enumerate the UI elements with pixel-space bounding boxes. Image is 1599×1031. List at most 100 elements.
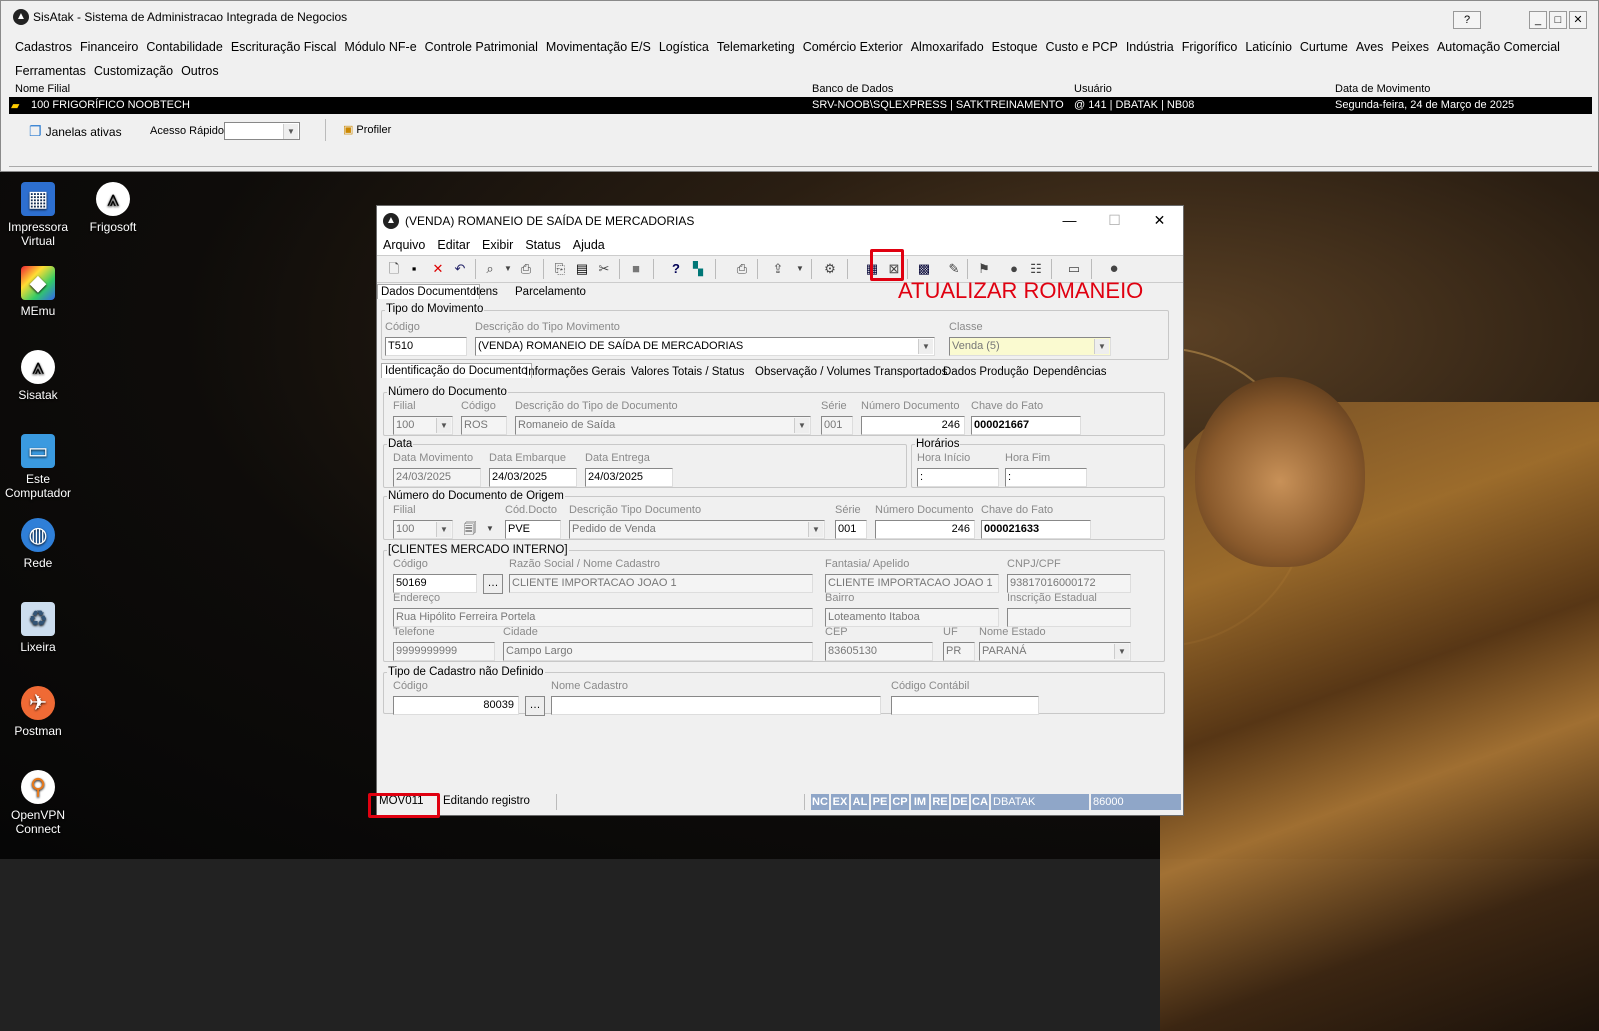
cadastro-codigo-input[interactable]: 80039 <box>393 696 519 715</box>
menu-cadastros[interactable]: Cadastros <box>15 35 72 59</box>
menu-nfe[interactable]: Módulo NF-e <box>344 35 416 59</box>
menu-aves[interactable]: Aves <box>1356 35 1384 59</box>
cadastro-lookup-button[interactable]: … <box>525 696 545 716</box>
cidade-input[interactable]: Campo Largo <box>503 642 813 661</box>
menu-telemarketing[interactable]: Telemarketing <box>717 35 795 59</box>
context-help-icon[interactable]: ▚ <box>689 260 707 278</box>
process-icon[interactable]: ⚙ <box>821 260 839 278</box>
menu-custo-pcp[interactable]: Custo e PCP <box>1046 35 1118 59</box>
menu-ajuda[interactable]: Ajuda <box>573 238 605 252</box>
tab-itens[interactable]: Itens <box>473 286 498 298</box>
hora-inicio-input[interactable]: : <box>917 468 999 487</box>
menu-editar[interactable]: Editar <box>437 238 470 252</box>
classe-select[interactable]: Venda (5) ▼ <box>949 337 1111 356</box>
menu-laticinio[interactable]: Laticínio <box>1245 35 1292 59</box>
win-minimize-button[interactable]: — <box>1047 206 1092 235</box>
menu-contabilidade[interactable]: Contabilidade <box>146 35 222 59</box>
menu-almoxarifado[interactable]: Almoxarifado <box>911 35 984 59</box>
serie-input[interactable]: 001 <box>821 416 853 435</box>
cnpj-input[interactable]: 93817016000172 <box>1007 574 1131 593</box>
hora-fim-input[interactable]: : <box>1005 468 1087 487</box>
doc-codigo-input[interactable]: ROS <box>461 416 507 435</box>
bairro-input[interactable]: Loteamento Itaboa <box>825 608 999 627</box>
razao-social-input[interactable]: CLIENTE IMPORTACAO JOAO 1 <box>509 574 813 593</box>
tab-parcelamento[interactable]: Parcelamento <box>515 286 586 298</box>
menu-logistica[interactable]: Logística <box>659 35 709 59</box>
preview-icon[interactable]: ⌕ <box>481 260 499 278</box>
tab-identificacao[interactable]: Identificação do Documento <box>381 363 532 378</box>
numero-documento-input[interactable]: 246 <box>861 416 965 435</box>
desktop-icon-lixeira[interactable]: ♻ Lixeira <box>1 602 75 654</box>
tab-dados-producao[interactable]: Dados Produção <box>943 366 1029 378</box>
menu-financeiro[interactable]: Financeiro <box>80 35 138 59</box>
help-button[interactable]: ? <box>1453 11 1481 29</box>
chevron-down-icon[interactable]: ▼ <box>791 260 809 278</box>
help-icon[interactable]: ? <box>667 260 685 278</box>
chevron-down-icon[interactable]: ▼ <box>499 260 517 278</box>
document-search-icon[interactable]: 🗐 <box>461 520 479 538</box>
desktop-icon-impressora[interactable]: ▦ Impressora Virtual <box>1 182 75 248</box>
fantasia-input[interactable]: CLIENTE IMPORTACAO JOAO 1 <box>825 574 999 593</box>
menu-automacao[interactable]: Automação Comercial <box>1437 35 1560 59</box>
chave-fato-input[interactable]: 000021667 <box>971 416 1081 435</box>
telefone-input[interactable]: 9999999999 <box>393 642 495 661</box>
menu-ferramentas[interactable]: Ferramentas <box>15 59 86 83</box>
desktop-icon-openvpn[interactable]: ⚲ OpenVPN Connect <box>1 770 75 836</box>
new-icon[interactable]: 🗋 <box>385 260 403 278</box>
origem-serie-input[interactable]: 001 <box>835 520 867 539</box>
menu-comercio-exterior[interactable]: Comércio Exterior <box>803 35 903 59</box>
acesso-rapido-select[interactable]: ▼ <box>224 122 300 140</box>
data-movimento-input[interactable]: 24/03/2025 <box>393 468 481 487</box>
menu-peixes[interactable]: Peixes <box>1391 35 1429 59</box>
menu-curtume[interactable]: Curtume <box>1300 35 1348 59</box>
menu-estoque[interactable]: Estoque <box>992 35 1038 59</box>
win-maximize-button[interactable]: ☐ <box>1092 206 1137 235</box>
menu-patrimonial[interactable]: Controle Patrimonial <box>425 35 538 59</box>
menu-industria[interactable]: Indústria <box>1126 35 1174 59</box>
cliente-lookup-button[interactable]: … <box>483 574 503 594</box>
printer-icon[interactable]: ⎙ <box>733 260 751 278</box>
undo-icon[interactable]: ↶ <box>451 260 469 278</box>
origem-desc-select[interactable]: Pedido de Venda ▼ <box>569 520 825 539</box>
data-embarque-input[interactable]: 24/03/2025 <box>489 468 577 487</box>
origem-filial-select[interactable]: 100 ▼ <box>393 520 453 539</box>
lock-icon[interactable]: ● <box>1005 260 1023 278</box>
documents-icon[interactable]: ▩ <box>915 260 933 278</box>
save-icon[interactable]: ▪ <box>405 260 423 278</box>
tab-dependencias[interactable]: Dependências <box>1033 366 1107 378</box>
origem-cod-input[interactable]: PVE <box>505 520 561 539</box>
tab-informacoes-gerais[interactable]: Informações Gerais <box>525 366 625 378</box>
tab-observacao[interactable]: Observação / Volumes Transportados <box>755 366 947 378</box>
flag-icon[interactable]: ⚑ <box>975 260 993 278</box>
stop-icon[interactable]: ■ <box>627 260 645 278</box>
circle-icon[interactable]: ● <box>1105 260 1123 278</box>
delete-icon[interactable]: ✕ <box>429 260 447 278</box>
cliente-codigo-input[interactable]: 50169 <box>393 574 477 593</box>
menu-customizacao[interactable]: Customização <box>94 59 173 83</box>
tipo-codigo-input[interactable]: T510 <box>385 337 467 356</box>
desktop-icon-computador[interactable]: ▭ Este Computador <box>1 434 75 500</box>
doc-desc-select[interactable]: Romaneio de Saída ▼ <box>515 416 811 435</box>
menu-arquivo[interactable]: Arquivo <box>383 238 425 252</box>
inscricao-estadual-input[interactable] <box>1007 608 1131 627</box>
filial-select[interactable]: 100 ▼ <box>393 416 453 435</box>
menu-exibir[interactable]: Exibir <box>482 238 513 252</box>
endereco-input[interactable]: Rua Hipólito Ferreira Portela <box>393 608 813 627</box>
menu-outros[interactable]: Outros <box>181 59 219 83</box>
uf-input[interactable]: PR <box>943 642 975 661</box>
desktop-icon-rede[interactable]: ◍ Rede <box>1 518 75 570</box>
desktop-icon-frigosoft[interactable]: ⩓ Frigosoft <box>76 182 150 234</box>
tipo-desc-select[interactable]: (VENDA) ROMANEIO DE SAÍDA DE MERCADORIAS… <box>475 337 935 356</box>
nome-cadastro-input[interactable] <box>551 696 881 715</box>
menu-movimentacao[interactable]: Movimentação E/S <box>546 35 651 59</box>
copy-icon[interactable]: ⎘ <box>551 260 569 278</box>
tab-valores-totais[interactable]: Valores Totais / Status <box>631 366 744 378</box>
estado-select[interactable]: PARANÁ ▼ <box>979 642 1131 661</box>
monitor-icon[interactable]: ▭ <box>1065 260 1083 278</box>
origem-numero-input[interactable]: 246 <box>875 520 975 539</box>
menu-frigorifico[interactable]: Frigorífico <box>1182 35 1238 59</box>
cep-input[interactable]: 83605130 <box>825 642 933 661</box>
desktop-icon-sisatak[interactable]: ⩓ Sisatak <box>1 350 75 402</box>
tree-icon[interactable]: ☷ <box>1027 260 1045 278</box>
desktop-icon-postman[interactable]: ✈ Postman <box>1 686 75 738</box>
